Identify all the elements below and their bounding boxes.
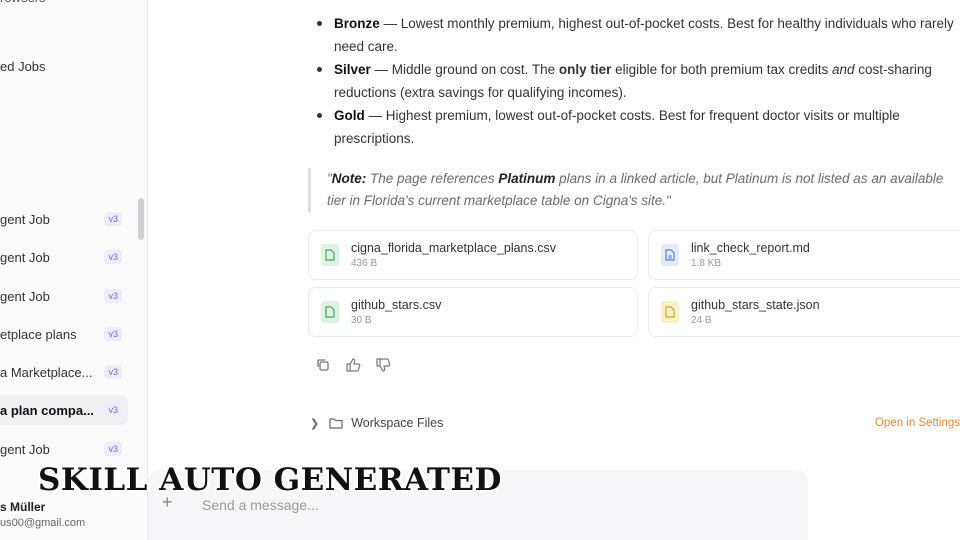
list-item: Silver — Middle ground on cost. The only… [314,58,954,104]
open-in-settings-link[interactable]: Open in Settings [875,417,960,429]
sidebar-item-label: gent Job [0,211,50,227]
sidebar-item-job-2[interactable]: gent Job v3 [0,242,128,272]
json-file-icon [661,301,679,323]
folder-icon [329,417,343,429]
sidebar-item-job-1[interactable]: gent Job v3 [0,204,128,234]
version-badge: v3 [104,250,122,264]
file-card-github-stars[interactable]: github_stars.csv 30 B [308,287,638,337]
chevron-right-icon[interactable]: ❯ [310,417,319,430]
list-item: Gold — Highest premium, lowest out-of-po… [314,104,954,150]
tier-name: Bronze [334,16,380,31]
file-card-cigna-plans[interactable]: cigna_florida_marketplace_plans.csv 436 … [308,230,638,280]
file-card-github-stars-state[interactable]: github_stars_state.json 24 B [648,287,960,337]
note-blockquote: "Note: The page references Platinum plan… [308,168,958,212]
sidebar-item-marketplace[interactable]: a Marketplace... v3 [0,357,128,387]
sidebar-item-label: a Marketplace... [0,364,93,380]
emphasis-text: and [832,62,855,77]
tier-description: eligible for both premium tax credits [611,62,833,77]
tier-description: — Highest premium, lowest out-of-pocket … [334,108,900,146]
version-badge: v3 [104,327,122,341]
chat-main: Bronze — Lowest monthly premium, highest… [148,0,960,540]
file-size: 1.8 KB [691,258,722,269]
csv-file-icon [321,301,339,323]
sidebar-saved-jobs[interactable]: ed Jobs [0,59,46,74]
file-name: github_stars_state.json [691,298,820,312]
sidebar-item-label: gent Job [0,249,50,265]
user-name: s Müller [0,500,46,514]
user-email: us00@gmail.com [0,517,86,529]
emphasis-text: only tier [558,62,612,77]
thumbs-up-icon[interactable] [344,356,362,374]
doc-file-icon [661,244,679,266]
sidebar-item-job-4[interactable]: gent Job v3 [0,434,128,464]
note-label: Note: [331,171,367,186]
caption-overlay: SKILL AUTO GENERATED [38,462,502,498]
version-badge: v3 [104,289,122,303]
file-name: github_stars.csv [351,298,442,312]
message-actions [314,356,392,374]
note-highlight: Platinum [498,171,556,186]
version-badge: v3 [104,365,122,379]
sidebar-item-label: gent Job [0,288,50,304]
workspace-files-row[interactable]: ❯ Workspace Files Open in Settings [310,412,960,434]
thumbs-down-icon[interactable] [374,356,392,374]
file-name: cigna_florida_marketplace_plans.csv [351,241,556,255]
sidebar-item-plan-compare[interactable]: a plan compa... v3 [0,395,128,425]
file-name: link_check_report.md [691,241,810,255]
tier-description: — Lowest monthly premium, highest out-of… [334,16,954,54]
file-size: 30 B [351,315,372,326]
csv-file-icon [321,244,339,266]
sidebar-item-label: gent Job [0,441,50,457]
workspace-files-label: Workspace Files [351,416,444,430]
sidebar-item-job-3[interactable]: gent Job v3 [0,281,128,311]
sidebar-scrollbar[interactable] [138,198,144,240]
list-item: Bronze — Lowest monthly premium, highest… [314,12,954,58]
file-size: 24 B [691,315,712,326]
version-badge: v3 [104,212,122,226]
sidebar-item-marketplace-plans[interactable]: etplace plans v3 [0,319,128,349]
version-badge: v3 [104,403,122,417]
tier-name: Silver [334,62,371,77]
file-size: 436 B [351,258,378,269]
version-badge: v3 [104,442,122,456]
copy-icon[interactable] [314,356,332,374]
sidebar-section-browsers[interactable]: rowsers [0,0,46,5]
note-text: The page references [366,171,499,186]
tier-list: Bronze — Lowest monthly premium, highest… [314,12,954,150]
sidebar-item-label: etplace plans [0,326,77,342]
sidebar: rowsers ed Jobs gent Job v3 gent Job v3 … [0,0,148,540]
tier-description: — Middle ground on cost. The [370,62,559,77]
file-card-link-report[interactable]: link_check_report.md 1.8 KB [648,230,960,280]
sidebar-item-label: a plan compa... [0,402,94,418]
tier-name: Gold [334,108,365,123]
